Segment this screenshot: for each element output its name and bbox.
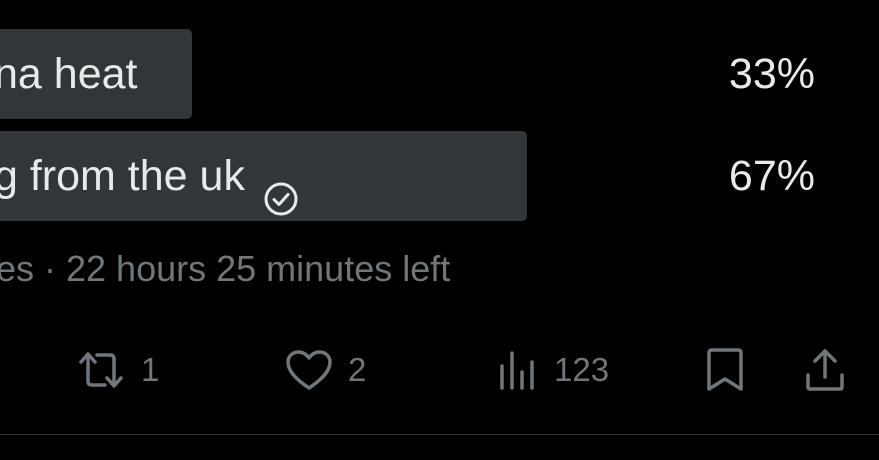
poll-option: g from the uk 67%	[0, 131, 879, 221]
like-button[interactable]: 2	[284, 340, 366, 400]
tweet-actions: 1 2 123	[0, 340, 879, 400]
bookmark-icon	[704, 347, 746, 393]
share-icon	[803, 347, 847, 393]
views-count: 123	[554, 351, 610, 388]
poll-option-text: g from the uk	[0, 152, 245, 200]
poll-option: na heat 33%	[0, 29, 879, 119]
heart-icon	[284, 348, 334, 392]
views-icon	[496, 348, 540, 392]
retweet-count: 1	[141, 351, 160, 388]
bookmark-button[interactable]	[704, 340, 746, 400]
poll-option-percent: 67%	[728, 152, 815, 200]
share-button[interactable]	[803, 340, 847, 400]
poll-option-label: na heat	[0, 29, 137, 119]
like-count: 2	[348, 351, 367, 388]
poll-option-percent: 33%	[728, 50, 815, 98]
poll-meta: es · 22 hours 25 minutes left	[0, 248, 451, 289]
divider	[0, 434, 879, 435]
views-button[interactable]: 123	[496, 340, 609, 400]
poll-option-text: na heat	[0, 50, 138, 98]
retweet-button[interactable]: 1	[75, 340, 159, 400]
poll-option-label: g from the uk	[0, 131, 299, 221]
retweet-icon	[75, 348, 127, 392]
check-circle-icon	[263, 158, 299, 216]
